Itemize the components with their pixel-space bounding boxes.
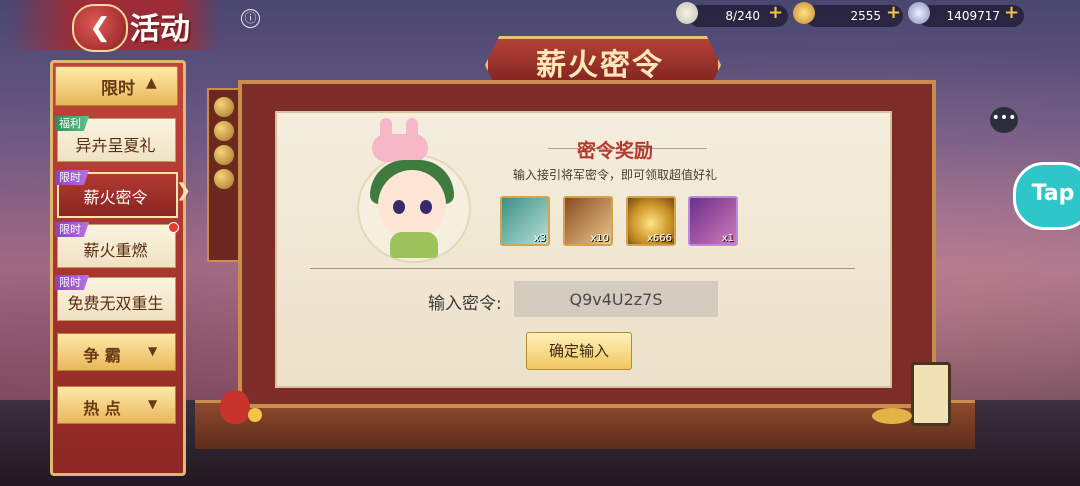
chat-bubble-icon[interactable]: ••• (990, 107, 1018, 133)
bead-decoration (213, 120, 235, 142)
add-gold-button[interactable]: + (886, 4, 901, 22)
limited-badge: 限时 (55, 222, 89, 237)
tap-button[interactable]: Tap (1013, 162, 1080, 230)
silver-coin-icon (908, 2, 930, 24)
bunny-mascot (372, 134, 428, 162)
chevron-down-icon: ▼ (148, 344, 158, 358)
sidebar-category-label: 限时 (101, 79, 135, 99)
active-arrow-icon: ❯ (176, 180, 192, 201)
info-icon[interactable]: ⓘ (241, 9, 260, 28)
chevron-up-icon: ▲ (146, 75, 157, 91)
resource-value: 2555 (850, 9, 881, 23)
sidebar-item-label: 异卉呈夏礼 (75, 136, 156, 155)
sidebar-item-label: 免费无双重生 (67, 294, 164, 313)
notification-dot (168, 222, 179, 233)
character-face (378, 170, 446, 240)
bun-icon (676, 2, 698, 24)
character-eye (393, 200, 405, 214)
resource-value: 1409717 (946, 9, 1000, 23)
reward-title: 密令奖励 (576, 140, 653, 162)
chevron-down-icon: ▼ (148, 397, 158, 411)
page-title: 活动 (130, 12, 190, 47)
sidebar-item-label: 薪火重燃 (83, 241, 148, 260)
code-input[interactable] (514, 281, 718, 317)
gold-ingot-icon (793, 2, 815, 24)
back-button[interactable]: ❮ (72, 4, 128, 52)
lantern-decoration (911, 362, 951, 426)
coin-decoration (248, 408, 262, 422)
limited-badge: 限时 (55, 275, 89, 290)
reward-count: x666 (646, 233, 672, 244)
add-bun-button[interactable]: + (768, 4, 783, 22)
reward-count: x3 (533, 233, 546, 244)
character-body (390, 232, 438, 258)
bead-decoration (213, 144, 235, 166)
character-eye (420, 200, 432, 214)
sidebar-category-label: 热 点 (83, 399, 121, 418)
limited-badge: 限时 (55, 170, 89, 185)
gold-coins-decoration (872, 408, 912, 424)
reward-count: x10 (590, 233, 609, 244)
panel-title: 薪火密令 (536, 48, 664, 83)
welfare-badge: 福利 (55, 116, 89, 131)
back-arrow-icon: ❮ (89, 13, 111, 43)
bead-decoration (213, 96, 235, 118)
divider (310, 268, 855, 269)
resource-value: 8/240 (725, 9, 760, 23)
reward-count: x1 (721, 233, 734, 244)
add-silver-button[interactable]: + (1004, 4, 1019, 22)
confirm-button[interactable]: 确定输入 (526, 332, 632, 370)
bead-decoration (213, 168, 235, 190)
reward-subtitle: 输入接引将军密令，即可领取超值好礼 (512, 168, 717, 182)
money-bag-decoration (220, 390, 250, 424)
sidebar-item-label: 薪火密令 (83, 188, 148, 207)
sidebar-category-label: 争 霸 (83, 346, 121, 365)
code-input-label: 输入密令: (428, 294, 502, 314)
